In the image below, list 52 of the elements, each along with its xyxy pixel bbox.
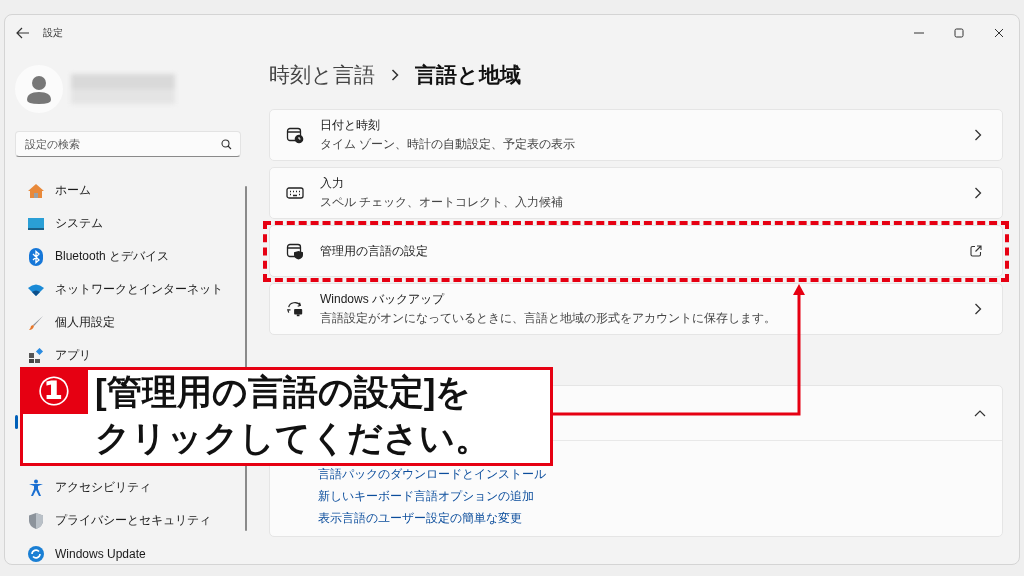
setting-title: 入力	[320, 175, 345, 192]
window-title: 設定	[43, 26, 64, 40]
accessibility-icon	[28, 478, 44, 497]
home-icon	[27, 182, 45, 199]
sidebar-item[interactable]: システム	[19, 211, 241, 236]
card-description: 言語設定がオンになっているときに、言語と地域の形式をアカウントに保存します。	[320, 310, 777, 327]
setting-row[interactable]: 管理用の言語の設定	[269, 225, 1003, 277]
search-field[interactable]: 設定の検索	[15, 131, 241, 157]
setting-title: 日付と時刻	[320, 117, 381, 134]
apps-icon	[28, 347, 44, 364]
breadcrumb-link[interactable]: 時刻と言語	[269, 61, 375, 89]
chevron-right-icon	[391, 69, 399, 81]
backup-sync-icon	[286, 300, 304, 318]
help-link[interactable]: 表示言語のユーザー設定の簡単な変更	[318, 511, 522, 526]
sync-icon	[28, 545, 44, 562]
back-arrow-icon[interactable]	[15, 25, 31, 41]
card-description: タイム ゾーン、時計の自動設定、予定表の表示	[320, 136, 577, 153]
help-link[interactable]: 言語パックのダウンロードとインストール	[318, 467, 546, 482]
search-icon	[221, 139, 232, 150]
sidebar-item[interactable]: アクセシビリティ	[19, 475, 241, 500]
calendar-clock-icon	[286, 126, 304, 144]
callout-text: [管理用の言語の設定]を	[95, 374, 472, 409]
avatar-icon[interactable]	[15, 65, 63, 113]
chevron-right-icon	[974, 129, 982, 141]
help-link[interactable]: 新しいキーボード言語オプションの追加	[318, 489, 534, 504]
setting-row[interactable]: 入力 スペル チェック、オートコレクト、入力候補	[269, 167, 1003, 219]
sidebar-item[interactable]: Windows Update	[19, 541, 241, 564]
sidebar-item[interactable]: ネットワークとインターネット	[19, 277, 241, 302]
sidebar-item[interactable]: ホーム	[19, 178, 241, 203]
card-description: スペル チェック、オートコレクト、入力候補	[320, 194, 565, 211]
sidebar-item[interactable]: Bluetooth とデバイス	[19, 244, 241, 269]
setting-row[interactable]: 日付と時刻 タイム ゾーン、時計の自動設定、予定表の表示	[269, 109, 1003, 161]
brush-icon	[28, 314, 44, 331]
setting-title: 管理用の言語の設定	[320, 242, 429, 260]
step-number: ①	[20, 367, 88, 414]
chevron-up-icon[interactable]	[974, 408, 986, 418]
shield-icon	[28, 511, 44, 530]
wifi-icon	[27, 282, 45, 297]
callout-text: クリックしてください。	[95, 420, 490, 455]
setting-row[interactable]: Windows バックアップ 言語設定がオンになっているときに、言語と地域の形式をアカウントに保存します。	[269, 283, 1003, 335]
monitor-icon	[27, 216, 45, 231]
window-shield-icon	[286, 242, 304, 260]
keyboard-icon	[286, 186, 304, 200]
chevron-right-icon	[974, 303, 982, 315]
chevron-right-icon	[974, 187, 982, 199]
bluetooth-icon	[29, 247, 43, 266]
sidebar-item[interactable]: 個人用設定	[19, 310, 241, 335]
sidebar-item[interactable]: プライバシーとセキュリティ	[19, 508, 241, 533]
setting-title: Windows バックアップ	[320, 291, 446, 308]
sidebar-item[interactable]: アプリ	[19, 343, 241, 368]
page-title: 言語と地域	[415, 62, 521, 88]
external-link-icon	[970, 245, 982, 257]
